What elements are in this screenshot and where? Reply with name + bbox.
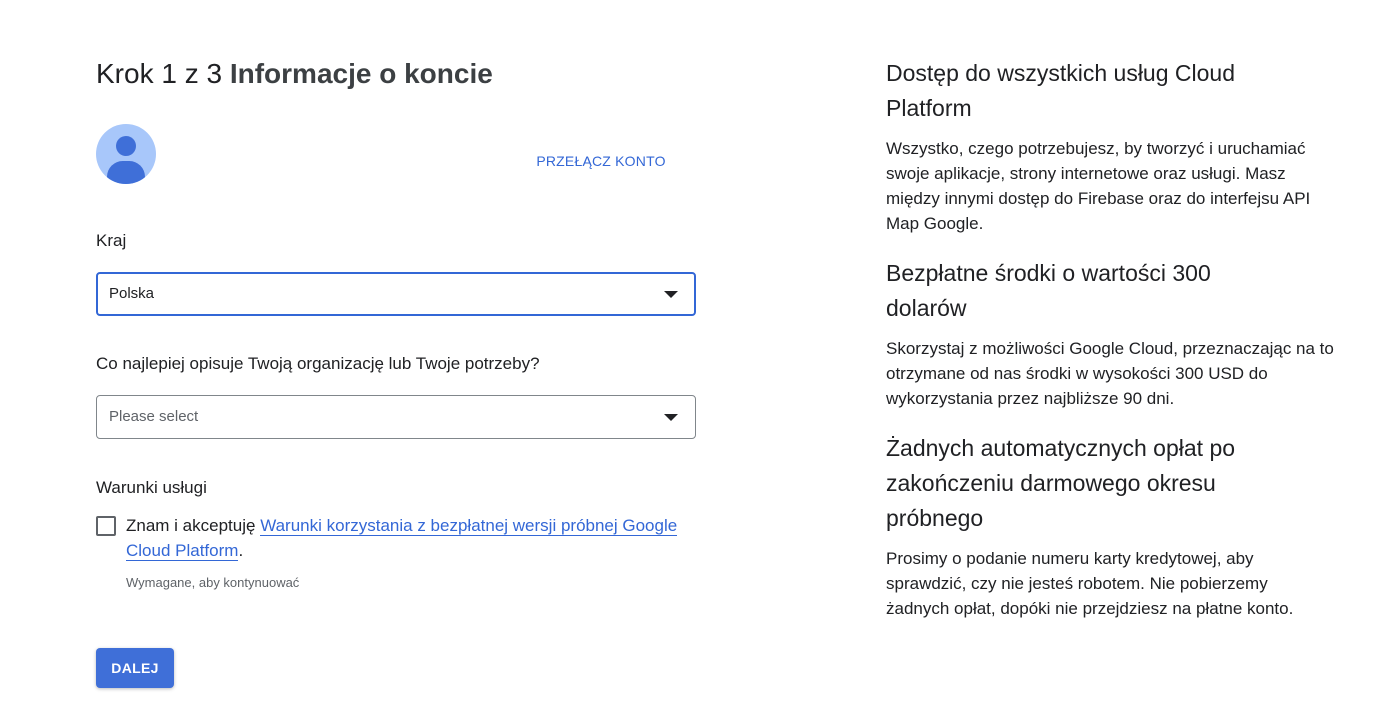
dropdown-arrow-icon	[664, 291, 678, 298]
terms-text-before: Znam i akceptuję	[126, 516, 261, 535]
page-title: Krok 1 z 3 Informacje o koncie	[96, 56, 493, 92]
step-title: Informacje o koncie	[229, 58, 493, 89]
dropdown-arrow-icon	[664, 414, 678, 421]
terms-helper-text: Wymagane, aby kontynuować	[126, 575, 300, 590]
terms-label: Warunki usługi	[96, 478, 207, 497]
country-select[interactable]: Polska	[96, 272, 696, 316]
next-button[interactable]: DALEJ	[96, 648, 174, 688]
terms-text: Znam i akceptuję Warunki korzystania z b…	[126, 513, 686, 563]
avatar-body-icon	[107, 161, 145, 184]
organization-select[interactable]: Please select	[96, 395, 696, 439]
organization-label: Co najlepiej opisuje Twoją organizację l…	[96, 354, 540, 373]
step-indicator: Krok 1 z 3	[96, 58, 223, 89]
benefit-text: Prosimy o podanie numeru karty kredytowe…	[886, 549, 1294, 618]
terms-text-after: .	[238, 541, 244, 560]
country-label: Kraj	[96, 231, 127, 250]
avatar-head-icon	[116, 136, 136, 156]
benefit-title: Bezpłatne środki o wartości 300 dolarów	[886, 260, 1211, 321]
benefit-text: Skorzystaj z możliwości Google Cloud, pr…	[886, 339, 1334, 408]
country-select-value: Polska	[109, 285, 155, 302]
avatar	[96, 124, 156, 184]
benefit-text: Wszystko, czego potrzebujesz, by tworzyć…	[886, 139, 1311, 233]
switch-account-button[interactable]: PRZEŁĄCZ KONTO	[526, 149, 676, 173]
benefit-title: Dostęp do wszystkich usług Cloud Platfor…	[886, 60, 1235, 121]
benefit-title: Żadnych automatycznych opłat po zakończe…	[886, 435, 1236, 531]
signup-page: Krok 1 z 3 Informacje o koncie PRZEŁĄCZ …	[0, 0, 1393, 724]
organization-select-placeholder: Please select	[109, 408, 199, 425]
terms-checkbox[interactable]	[96, 516, 116, 536]
